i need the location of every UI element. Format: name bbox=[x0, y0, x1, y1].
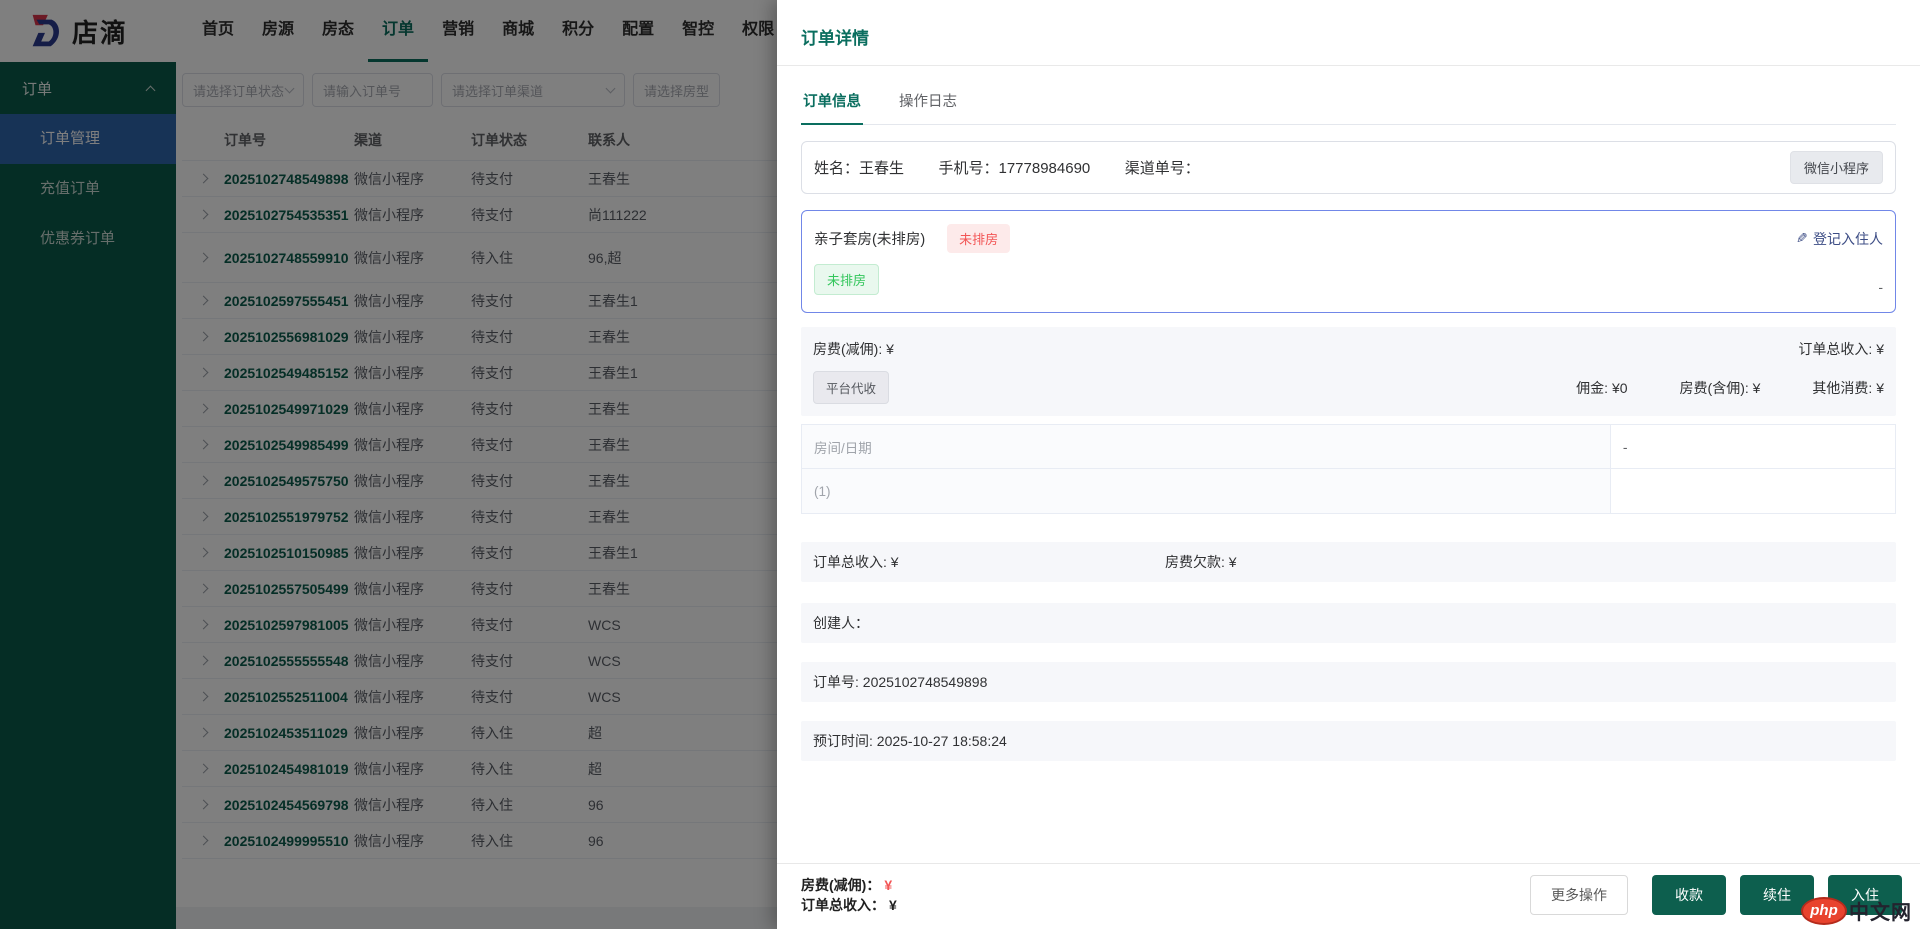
fee-panel: 房费(减佣): ¥ 订单总收入: ¥ 平台代收 佣金: ¥0 房费(含佣): ¥ 其… bbox=[801, 327, 1896, 416]
register-guest-link[interactable]: ✎ 登记入住人 bbox=[1796, 229, 1883, 249]
room-date-row: (1) bbox=[802, 469, 1895, 513]
order-detail-drawer: 订单详情 订单信息 操作日志 姓名：王春生 手机号：17778984690 渠道… bbox=[777, 0, 1920, 929]
fee-breakdown-item: 佣金: ¥0 bbox=[1576, 378, 1627, 398]
total-income-label: 订单总收入: ¥ bbox=[1798, 339, 1884, 359]
footer-totals: 房费(减佣)：¥ 订单总收入：¥ bbox=[801, 875, 897, 915]
footer-total-line: 订单总收入：¥ bbox=[801, 895, 897, 915]
guest-info-box: 姓名：王春生 手机号：17778984690 渠道单号： 微信小程序 bbox=[801, 141, 1896, 194]
room-fee-label: 房费(减佣): ¥ bbox=[813, 339, 894, 359]
drawer-footer: 房费(减佣)：¥ 订单总收入：¥ 更多操作 收款 续住 入住 bbox=[777, 863, 1920, 929]
drawer-tab[interactable]: 订单信息 bbox=[801, 78, 863, 125]
room-type-name: 亲子套房(未排房) bbox=[814, 228, 925, 249]
fee-breakdown-item: 房费(含佣): ¥ bbox=[1680, 378, 1761, 398]
room-card: 亲子套房(未排房) 未排房 ✎ 登记入住人 未排房 - bbox=[801, 210, 1896, 313]
guest-field: 渠道单号： bbox=[1125, 160, 1200, 177]
drawer-body: 订单信息 操作日志 姓名：王春生 手机号：17778984690 渠道单号： 微… bbox=[777, 78, 1920, 761]
summary-income-bar: 订单总收入: ¥ 房费欠款: ¥ bbox=[801, 542, 1896, 582]
drawer-tabs: 订单信息 操作日志 bbox=[801, 78, 1896, 125]
summary-creator-bar: 创建人： bbox=[801, 603, 1896, 643]
drawer-tab[interactable]: 操作日志 bbox=[897, 78, 959, 125]
guest-field: 手机号：17778984690 bbox=[938, 160, 1090, 177]
room-date-cell-right: - bbox=[1611, 425, 1895, 468]
channel-tag-button[interactable]: 微信小程序 bbox=[1790, 151, 1883, 184]
summary-total-income: 订单总收入: ¥ bbox=[813, 552, 1165, 572]
watermark-text: 中文网 bbox=[1849, 896, 1912, 925]
footer-action-button[interactable]: 收款 bbox=[1652, 875, 1726, 915]
fee-breakdown: 佣金: ¥0 房费(含佣): ¥ 其他消费: ¥ bbox=[1576, 378, 1884, 398]
room-status-tag: 未排房 bbox=[947, 224, 1010, 253]
summary-arrears: 房费欠款: ¥ bbox=[1165, 552, 1237, 572]
fee-breakdown-item: 其他消费: ¥ bbox=[1812, 378, 1884, 398]
room-date-row: 房间/日期 - bbox=[802, 425, 1895, 469]
pencil-icon: ✎ bbox=[1796, 230, 1808, 247]
fee-row-2: 平台代收 佣金: ¥0 房费(含佣): ¥ 其他消费: ¥ bbox=[813, 371, 1884, 404]
guest-fields: 姓名：王春生 手机号：17778984690 渠道单号： bbox=[814, 157, 1230, 178]
php-watermark: php 中文网 bbox=[1801, 896, 1912, 925]
drawer-title: 订单详情 bbox=[801, 24, 1896, 49]
room-card-row-1: 亲子套房(未排房) 未排房 ✎ 登记入住人 bbox=[814, 224, 1883, 253]
room-date-cell-left: 房间/日期 bbox=[802, 425, 1611, 468]
summary-book-time-bar: 预订时间: 2025-10-27 18:58:24 bbox=[801, 721, 1896, 761]
footer-action-button[interactable]: 更多操作 bbox=[1530, 875, 1628, 915]
room-right-value: - bbox=[1878, 279, 1883, 295]
room-date-cell-left: (1) bbox=[802, 469, 1611, 513]
room-date-table: 房间/日期 - (1) bbox=[801, 424, 1896, 514]
fee-row-1: 房费(减佣): ¥ 订单总收入: ¥ bbox=[813, 339, 1884, 359]
php-badge: php bbox=[1801, 897, 1847, 925]
footer-total-line: 房费(减佣)：¥ bbox=[801, 875, 897, 895]
room-assign-tag: 未排房 bbox=[814, 264, 879, 295]
summary-order-no-bar: 订单号: 2025102748549898 bbox=[801, 662, 1896, 702]
drawer-header: 订单详情 bbox=[777, 0, 1920, 66]
platform-collect-tag[interactable]: 平台代收 bbox=[813, 371, 889, 404]
room-date-cell-right bbox=[1611, 469, 1895, 513]
guest-field: 姓名：王春生 bbox=[814, 160, 904, 177]
room-card-row-2: 未排房 - bbox=[814, 264, 1883, 295]
